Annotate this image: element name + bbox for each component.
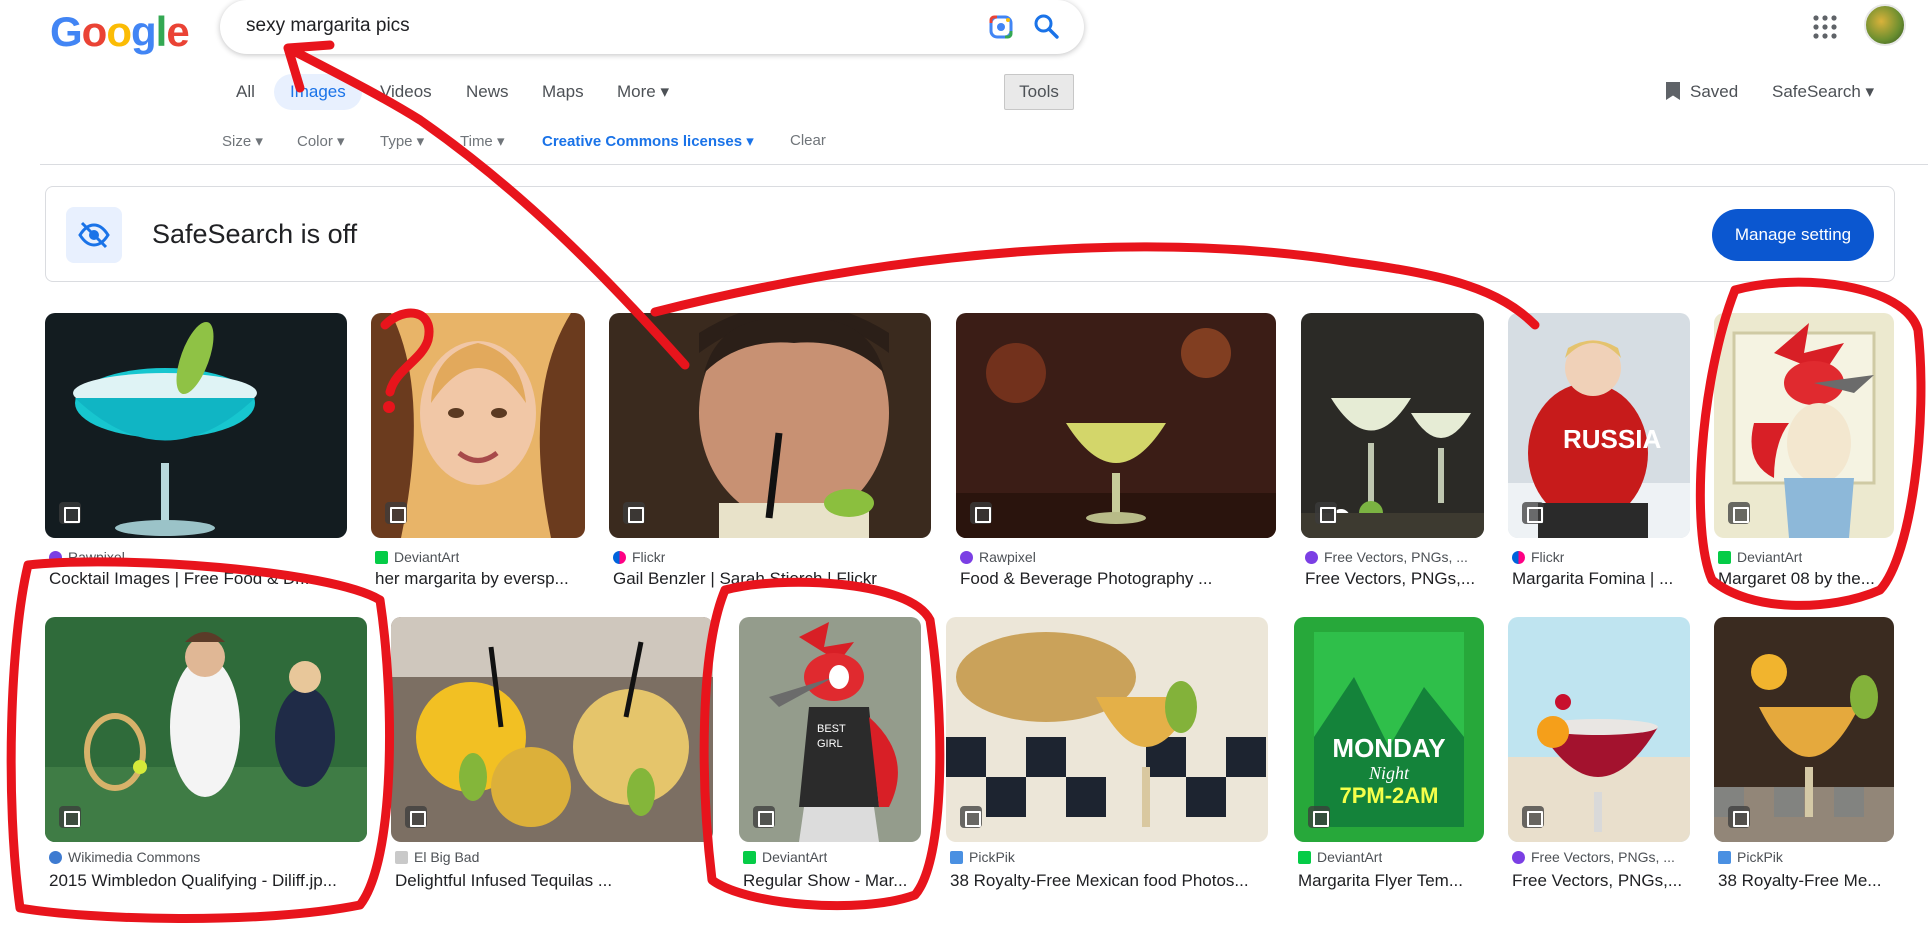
shirt-text: BEST bbox=[817, 723, 846, 735]
result-source: Flickr bbox=[613, 549, 665, 565]
image-badge-icon bbox=[623, 502, 645, 524]
saved-label: Saved bbox=[1690, 82, 1739, 101]
result-title[interactable]: Margaret 08 by the... bbox=[1718, 569, 1894, 589]
tab-images[interactable]: Images bbox=[274, 74, 362, 110]
result-image[interactable] bbox=[45, 617, 367, 842]
tab-news[interactable]: News bbox=[466, 82, 509, 102]
image-badge-icon bbox=[960, 806, 982, 828]
result-title[interactable]: Cocktail Images | Free Food & Dr... bbox=[49, 569, 347, 589]
search-box[interactable]: sexy margarita pics bbox=[220, 0, 1084, 54]
result-image[interactable]: RUSSIA bbox=[1508, 313, 1690, 538]
tab-maps[interactable]: Maps bbox=[542, 82, 584, 102]
safesearch-banner: SafeSearch is off Manage setting bbox=[45, 186, 1895, 282]
result-source: Rawpixel bbox=[49, 549, 125, 565]
result-title[interactable]: her margarita by eversp... bbox=[375, 569, 585, 589]
result-source: Flickr bbox=[1512, 549, 1564, 565]
tab-videos[interactable]: Videos bbox=[380, 82, 432, 102]
result-image[interactable]: MONDAY Night 7PM-2AM bbox=[1294, 617, 1484, 842]
bookmark-icon bbox=[1666, 82, 1680, 100]
filter-size[interactable]: Size ▾ bbox=[222, 132, 263, 150]
result-source: DeviantArt bbox=[375, 549, 459, 565]
flyer-text: MONDAY bbox=[1332, 733, 1445, 763]
google-lens-icon[interactable] bbox=[988, 14, 1014, 40]
result-title[interactable]: 2015 Wimbledon Qualifying - Diliff.jp... bbox=[49, 871, 367, 891]
eye-off-icon bbox=[66, 207, 122, 263]
account-avatar[interactable] bbox=[1864, 4, 1906, 46]
image-badge-icon bbox=[59, 806, 81, 828]
safesearch-menu[interactable]: SafeSearch ▾ bbox=[1772, 82, 1874, 102]
search-input[interactable]: sexy margarita pics bbox=[246, 15, 410, 37]
filter-color[interactable]: Color ▾ bbox=[297, 132, 345, 150]
flyer-text: 7PM-2AM bbox=[1339, 783, 1438, 808]
search-icon[interactable] bbox=[1032, 12, 1060, 40]
filter-clear[interactable]: Clear bbox=[790, 132, 826, 149]
result-title[interactable]: Gail Benzler | Sarah Stierch | Flickr bbox=[613, 569, 931, 589]
result-title[interactable]: Regular Show - Mar... bbox=[743, 871, 921, 891]
image-badge-icon bbox=[753, 806, 775, 828]
filter-creative-commons[interactable]: Creative Commons licenses ▾ bbox=[542, 132, 754, 150]
result-image[interactable] bbox=[371, 313, 585, 538]
image-badge-icon bbox=[1728, 502, 1750, 524]
result-title[interactable]: Delightful Infused Tequilas ... bbox=[395, 871, 713, 891]
result-title[interactable]: Free Vectors, PNGs,... bbox=[1512, 871, 1690, 891]
result-title[interactable]: 38 Royalty-Free Mexican food Photos... bbox=[950, 871, 1268, 891]
divider bbox=[40, 164, 1928, 165]
image-badge-icon bbox=[1315, 502, 1337, 524]
result-title[interactable]: 38 Royalty-Free Me... bbox=[1718, 871, 1894, 891]
filter-type[interactable]: Type ▾ bbox=[380, 132, 424, 150]
shirt-text: RUSSIA bbox=[1563, 424, 1661, 454]
manage-setting-button[interactable]: Manage setting bbox=[1712, 209, 1874, 261]
image-badge-icon bbox=[1522, 502, 1544, 524]
result-title[interactable]: Margarita Flyer Tem... bbox=[1298, 871, 1484, 891]
result-source: Free Vectors, PNGs, ... bbox=[1305, 549, 1485, 565]
result-image[interactable] bbox=[609, 313, 931, 538]
result-image[interactable] bbox=[391, 617, 713, 842]
filter-time[interactable]: Time ▾ bbox=[460, 132, 504, 150]
result-title[interactable]: Free Vectors, PNGs,... bbox=[1305, 569, 1485, 589]
image-badge-icon bbox=[405, 806, 427, 828]
result-source: DeviantArt bbox=[1718, 549, 1802, 565]
result-source: DeviantArt bbox=[743, 849, 827, 865]
result-image[interactable] bbox=[1301, 313, 1484, 538]
result-source: DeviantArt bbox=[1298, 849, 1382, 865]
result-image[interactable] bbox=[956, 313, 1276, 538]
result-image[interactable] bbox=[946, 617, 1268, 842]
google-logo[interactable]: Google bbox=[50, 8, 190, 56]
result-source: Free Vectors, PNGs, ... bbox=[1512, 849, 1692, 865]
image-badge-icon bbox=[1728, 806, 1750, 828]
tab-all[interactable]: All bbox=[236, 82, 255, 102]
image-badge-icon bbox=[1308, 806, 1330, 828]
result-source: PickPik bbox=[1718, 849, 1783, 865]
result-image[interactable] bbox=[1508, 617, 1690, 842]
apps-grid-icon[interactable] bbox=[1812, 14, 1838, 40]
result-image[interactable] bbox=[1714, 313, 1894, 538]
result-image[interactable] bbox=[45, 313, 347, 538]
tools-button[interactable]: Tools bbox=[1004, 74, 1074, 110]
flyer-text: Night bbox=[1368, 763, 1410, 783]
tab-more[interactable]: More ▾ bbox=[617, 82, 669, 102]
banner-title: SafeSearch is off bbox=[152, 219, 358, 249]
result-source: El Big Bad bbox=[395, 849, 479, 865]
image-badge-icon bbox=[970, 502, 992, 524]
result-source: Wikimedia Commons bbox=[49, 849, 200, 865]
result-source: Rawpixel bbox=[960, 549, 1036, 565]
image-badge-icon bbox=[1522, 806, 1544, 828]
result-source: PickPik bbox=[950, 849, 1015, 865]
result-image[interactable]: BEST GIRL bbox=[739, 617, 921, 842]
image-badge-icon bbox=[59, 502, 81, 524]
result-title[interactable]: Margarita Fomina | ... bbox=[1512, 569, 1690, 589]
image-badge-icon bbox=[385, 502, 407, 524]
result-image[interactable] bbox=[1714, 617, 1894, 842]
shirt-text: GIRL bbox=[817, 738, 843, 750]
saved-link[interactable]: Saved bbox=[1666, 82, 1738, 102]
result-title[interactable]: Food & Beverage Photography ... bbox=[960, 569, 1276, 589]
